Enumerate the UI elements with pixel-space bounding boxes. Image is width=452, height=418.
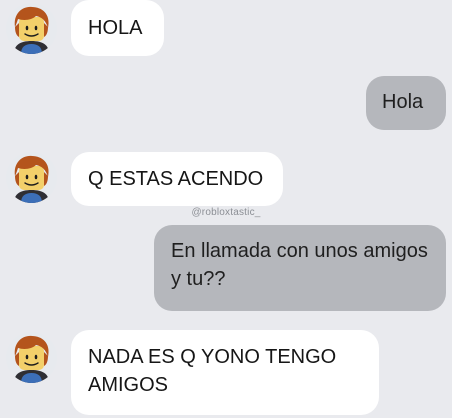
incoming-message[interactable]: Q ESTAS ACENDO xyxy=(71,152,283,206)
contact-avatar[interactable] xyxy=(6,332,57,383)
message-text: NADA ES Q YONO TENGO AMIGOS xyxy=(88,346,337,396)
outgoing-message[interactable]: Hola xyxy=(366,76,446,130)
watermark: @robloxtastic_ xyxy=(191,207,261,218)
chat-thread: HOLA Hola Q ESTAS ACENDO @robloxtastic_ … xyxy=(0,0,452,418)
roblox-avatar-icon xyxy=(6,3,57,54)
incoming-message[interactable]: HOLA xyxy=(71,0,164,56)
roblox-avatar-icon xyxy=(6,152,57,203)
outgoing-message[interactable]: En llamada con unos amigos y tu?? xyxy=(154,225,446,311)
message-text: HOLA xyxy=(88,17,143,39)
contact-avatar[interactable] xyxy=(6,3,57,54)
contact-avatar[interactable] xyxy=(6,152,57,203)
message-text: Hola xyxy=(382,91,424,113)
message-text: En llamada con unos amigos y tu?? xyxy=(171,240,428,290)
message-text: Q ESTAS ACENDO xyxy=(88,168,264,190)
incoming-message[interactable]: NADA ES Q YONO TENGO AMIGOS xyxy=(71,330,379,415)
roblox-avatar-icon xyxy=(6,332,57,383)
